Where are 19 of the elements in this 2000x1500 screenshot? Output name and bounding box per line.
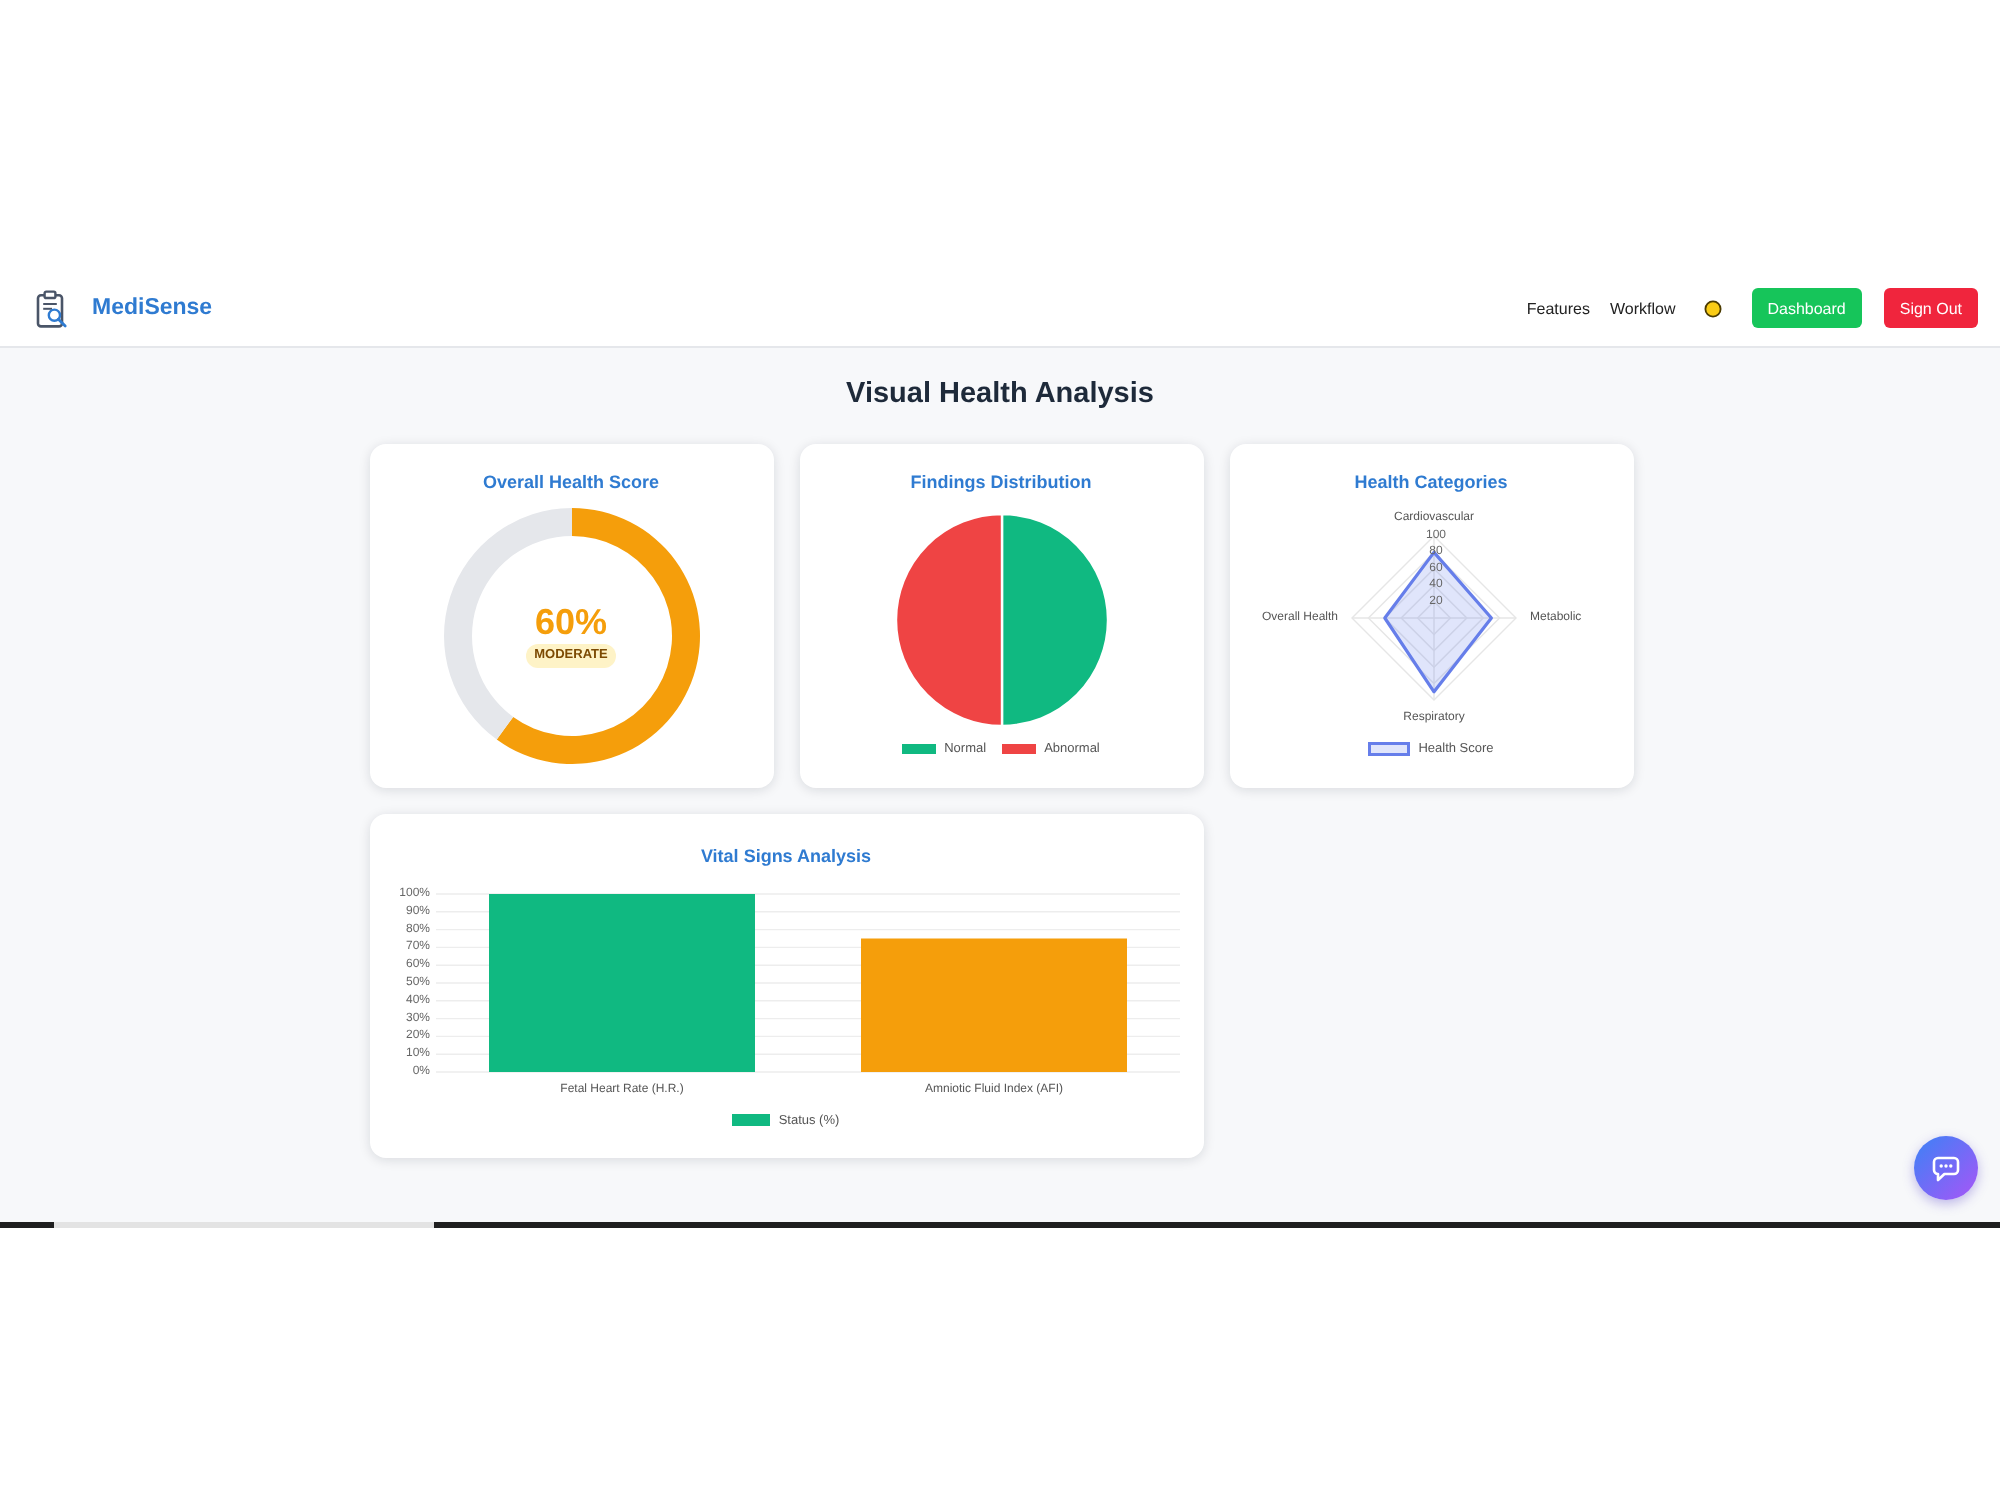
- nav-link[interactable]: Features: [1526, 299, 1590, 317]
- brand-name[interactable]: MediSense: [92, 296, 213, 320]
- card-title: Overall Health Score: [482, 470, 660, 494]
- card-title: Health Categories: [1354, 470, 1508, 494]
- legend-swatch-icon: [1002, 743, 1037, 753]
- nav-link[interactable]: Workflow: [1609, 299, 1676, 317]
- legend-swatch-icon: [1368, 741, 1411, 755]
- legend-swatch-icon: [902, 743, 937, 753]
- sun-icon[interactable]: [1703, 299, 1722, 317]
- card-title: Vital Signs Analysis: [700, 844, 872, 868]
- page-title: Visual Health Analysis: [844, 376, 1156, 412]
- chat-bubble-icon: [1932, 1155, 1960, 1181]
- legend-swatch-icon: [732, 1114, 771, 1126]
- chat-button[interactable]: [1914, 1136, 1978, 1200]
- clipboard-search-icon[interactable]: [36, 289, 68, 327]
- card-title: Findings Distribution: [910, 470, 1092, 494]
- horizontal-scrollbar[interactable]: [0, 1222, 2000, 1228]
- sign-out-button[interactable]: Sign Out: [1883, 288, 1978, 328]
- score-value: 60%: [534, 604, 608, 640]
